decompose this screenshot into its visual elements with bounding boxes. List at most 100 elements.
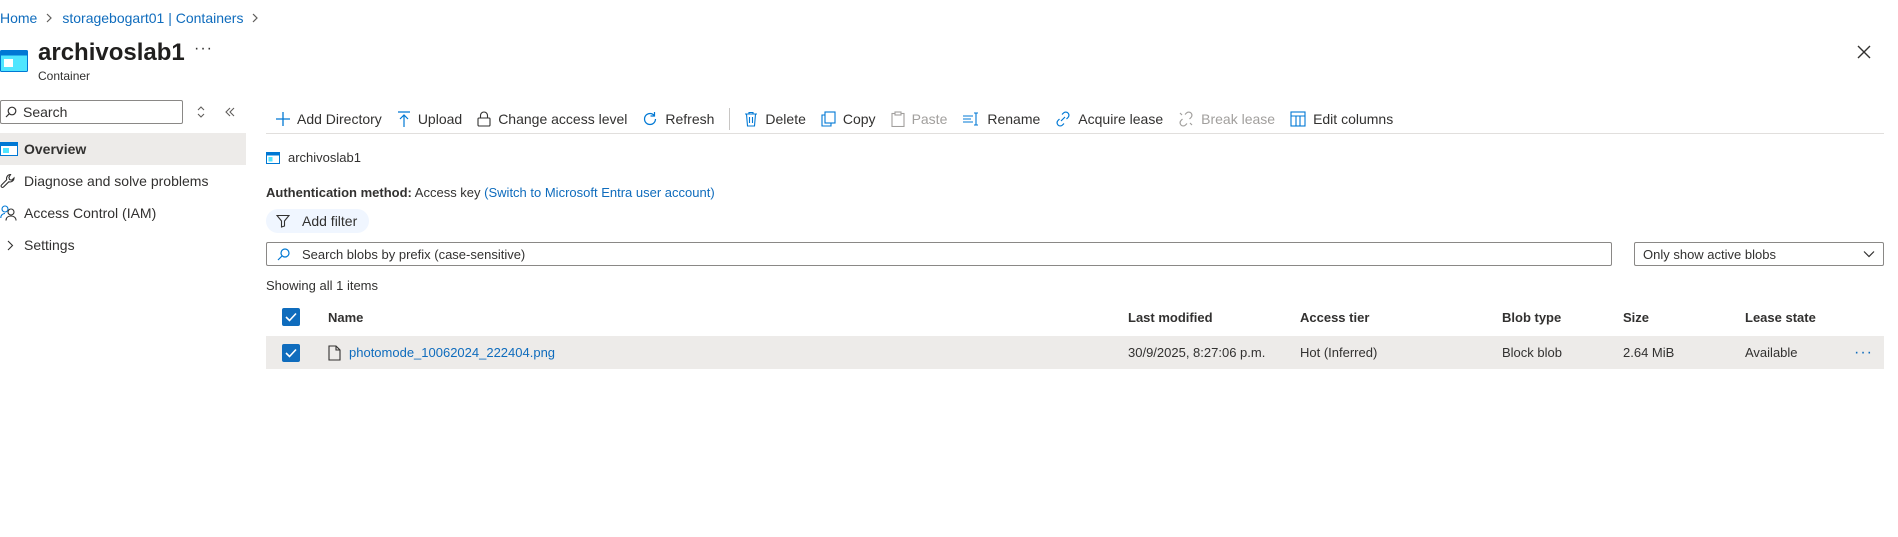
sidebar-nav: Overview Diagnose and solve problems Acc…	[0, 133, 246, 261]
lock-icon	[477, 110, 491, 127]
break-lease-button[interactable]: Break lease	[1178, 111, 1275, 127]
auth-method-value: Access key	[414, 185, 481, 200]
rename-label: Rename	[987, 110, 1041, 127]
row-checkbox[interactable]	[282, 343, 300, 362]
sidebar-search-box	[0, 100, 183, 124]
add-directory-label: Add Directory	[297, 110, 382, 127]
broken-link-icon	[1178, 110, 1194, 127]
copy-icon	[821, 110, 836, 127]
file-icon	[328, 344, 341, 361]
column-header-size[interactable]: Size	[1623, 310, 1649, 325]
dropdown-selected-value: Only show active blobs	[1643, 246, 1776, 262]
checkmark-icon	[282, 343, 300, 362]
wrench-icon	[0, 171, 24, 191]
lease-state-cell: Available	[1745, 345, 1798, 360]
upload-icon	[397, 110, 411, 127]
toolbar-divider	[729, 107, 731, 130]
table-row[interactable]: photomode_10062024_222404.png 30/9/2025,…	[266, 336, 1884, 369]
chevron-down-icon	[1863, 250, 1875, 258]
plus-icon	[276, 111, 290, 126]
add-filter-label: Add filter	[302, 213, 358, 229]
last-modified-cell: 30/9/2025, 8:27:06 p.m.	[1128, 345, 1266, 360]
edit-columns-button[interactable]: Edit columns	[1290, 111, 1393, 127]
chevron-right-icon	[46, 13, 53, 23]
blob-type-cell: Block blob	[1502, 345, 1562, 360]
sidebar-item-settings[interactable]: Settings	[0, 229, 246, 261]
breadcrumb-containers-link[interactable]: storagebogart01 | Containers	[62, 10, 243, 26]
refresh-button[interactable]: Refresh	[642, 111, 714, 127]
breadcrumb: Home storagebogart01 | Containers	[0, 9, 268, 27]
acquire-lease-button[interactable]: Acquire lease	[1055, 111, 1163, 127]
page-subtitle: Container	[38, 69, 91, 83]
copy-label: Copy	[842, 110, 876, 127]
column-header-last-modified[interactable]: Last modified	[1128, 310, 1213, 325]
container-icon	[0, 50, 28, 72]
size-cell: 2.64 MiB	[1623, 345, 1675, 360]
container-path-label: archivoslab1	[288, 150, 361, 165]
add-filter-button[interactable]: Add filter	[266, 209, 370, 233]
command-bar: Add Directory Upload Change access level…	[266, 104, 1884, 134]
upload-button[interactable]: Upload	[397, 111, 462, 127]
sidebar-item-overview[interactable]: Overview	[0, 133, 246, 165]
search-icon	[5, 106, 17, 118]
break-lease-label: Break lease	[1201, 110, 1276, 127]
sidebar-item-label: Overview	[24, 141, 87, 157]
column-header-lease-state[interactable]: Lease state	[1745, 310, 1816, 325]
page-title: archivoslab1	[38, 39, 185, 66]
overview-icon	[0, 139, 24, 159]
sidebar-item-iam[interactable]: Access Control (IAM)	[0, 197, 246, 229]
container-path: archivoslab1	[266, 150, 361, 165]
edit-columns-label: Edit columns	[1313, 110, 1394, 127]
collapse-sidebar-icon[interactable]	[222, 104, 238, 120]
sidebar-search-input[interactable]	[23, 104, 173, 120]
search-icon	[277, 247, 290, 261]
columns-icon	[1290, 110, 1306, 127]
column-header-access-tier[interactable]: Access tier	[1300, 310, 1369, 325]
blob-name-cell: photomode_10062024_222404.png	[328, 344, 555, 361]
switch-auth-link[interactable]: (Switch to Microsoft Entra user account)	[484, 185, 714, 200]
people-icon	[0, 203, 24, 223]
auth-method: Authentication method: Access key (Switc…	[266, 185, 715, 200]
paste-button[interactable]: Paste	[891, 110, 948, 127]
column-header-name[interactable]: Name	[328, 310, 363, 325]
column-header-blob-type[interactable]: Blob type	[1502, 310, 1561, 325]
acquire-lease-label: Acquire lease	[1078, 110, 1164, 127]
upload-label: Upload	[417, 110, 463, 127]
sort-updown-icon[interactable]	[194, 104, 208, 120]
sidebar-item-label: Diagnose and solve problems	[24, 173, 209, 189]
copy-button[interactable]: Copy	[821, 111, 876, 127]
delete-button[interactable]: Delete	[744, 110, 806, 127]
sidebar-item-diagnose[interactable]: Diagnose and solve problems	[0, 165, 246, 197]
delete-label: Delete	[765, 110, 806, 127]
more-options-button[interactable]: ···	[194, 40, 213, 58]
chevron-right-icon	[252, 13, 259, 23]
filter-icon	[276, 214, 290, 228]
table-header: Name Last modified Access tier Blob type…	[266, 300, 1884, 334]
blob-status-dropdown[interactable]: Only show active blobs	[1634, 242, 1884, 266]
chevron-right-icon	[0, 235, 24, 255]
paste-label: Paste	[911, 110, 948, 127]
blob-search-box	[266, 242, 1612, 266]
change-access-level-label: Change access level	[498, 110, 628, 127]
link-icon	[1055, 110, 1071, 127]
auth-method-label: Authentication method:	[266, 185, 412, 200]
add-directory-button[interactable]: Add Directory	[276, 111, 382, 127]
checkmark-icon	[282, 308, 300, 326]
select-all-checkbox[interactable]	[282, 308, 300, 326]
container-icon	[266, 151, 280, 164]
items-count-text: Showing all 1 items	[266, 278, 378, 293]
sidebar-item-label: Access Control (IAM)	[24, 205, 157, 221]
row-more-actions-button[interactable]: ···	[1854, 344, 1873, 362]
rename-icon	[962, 111, 980, 126]
blob-search-input[interactable]	[302, 246, 1602, 262]
refresh-icon	[642, 111, 658, 127]
breadcrumb-home-link[interactable]: Home	[0, 10, 37, 26]
rename-button[interactable]: Rename	[962, 111, 1040, 127]
access-tier-cell: Hot (Inferred)	[1300, 345, 1378, 360]
change-access-level-button[interactable]: Change access level	[477, 111, 627, 127]
close-button[interactable]	[1854, 42, 1874, 62]
blob-name-link[interactable]: photomode_10062024_222404.png	[349, 345, 555, 360]
refresh-label: Refresh	[665, 110, 715, 127]
paste-icon	[891, 110, 905, 127]
sidebar-item-label: Settings	[24, 237, 75, 253]
